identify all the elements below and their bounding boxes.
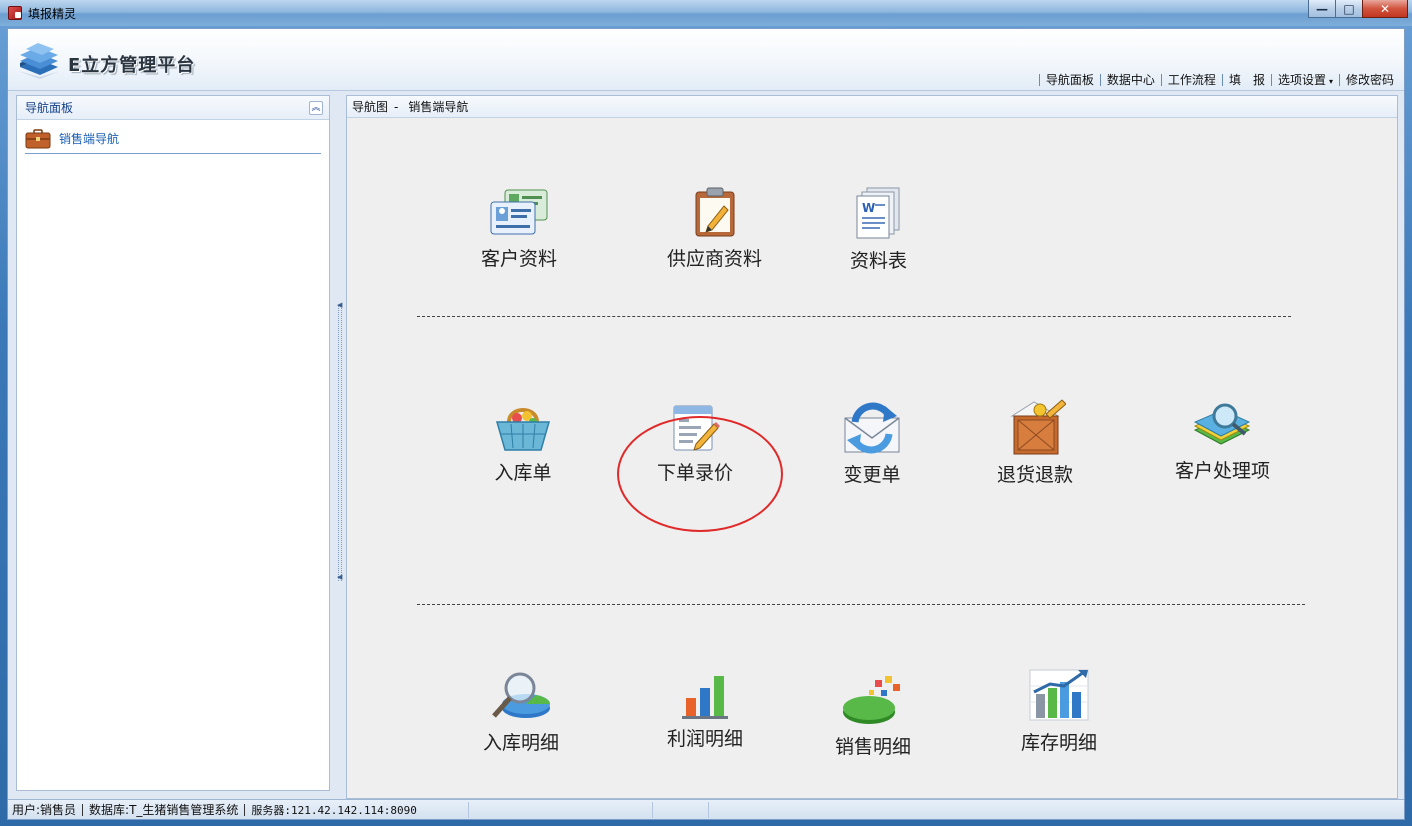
- logo-text: E立方管理平台: [68, 55, 196, 76]
- return-box-icon: [1010, 399, 1066, 455]
- navigation-panel-header: 导航面板 ︽: [17, 96, 329, 120]
- tile-return-refund[interactable]: 退货退款: [997, 398, 1073, 487]
- chevron-down-icon: ▾: [1328, 77, 1333, 86]
- pie-chart-icon: [843, 676, 900, 724]
- window-title: 填报精灵: [28, 6, 77, 21]
- collapse-left-icon[interactable]: ◀: [337, 301, 342, 309]
- nav-workflow-link[interactable]: 工作流程: [1168, 71, 1216, 88]
- splitter-grip[interactable]: [338, 305, 342, 581]
- sidebar-item-label: 销售端导航: [59, 132, 120, 146]
- status-user: 用户:销售员: [12, 803, 77, 817]
- bar-chart-icon: [682, 676, 728, 719]
- book-search-icon: [1193, 403, 1250, 445]
- tile-label: 资料表: [850, 250, 908, 272]
- app-icon: [8, 6, 22, 20]
- logo-icon: [18, 43, 60, 79]
- tile-profit-detail[interactable]: 利润明细: [667, 668, 743, 751]
- tile-inventory-detail[interactable]: 库存明细: [1021, 666, 1097, 755]
- window-titlebar: 填报精灵 — □ ✕: [0, 0, 1412, 26]
- top-navigation: 导航面板 数据中心 工作流程 填 报 选项设置 ▾ 修改密码: [1033, 71, 1394, 88]
- navigation-panel-title: 导航面板: [25, 101, 74, 115]
- tile-label: 变更单: [843, 464, 901, 486]
- tile-label: 供应商资料: [667, 248, 763, 270]
- tile-label: 利润明细: [667, 728, 744, 750]
- nav-panel-link[interactable]: 导航面板: [1046, 71, 1094, 88]
- app-frame: E立方管理平台 导航面板 数据中心 工作流程 填 报 选项设置 ▾ 修改密码 导航…: [7, 28, 1405, 820]
- tile-sales-detail[interactable]: 销售明细: [835, 670, 911, 759]
- tile-label: 库存明细: [1021, 732, 1098, 754]
- nav-report-link[interactable]: 填 报: [1229, 71, 1265, 88]
- nav-separator: [1160, 73, 1162, 86]
- status-server: 服务器:121.42.142.114:8090: [251, 803, 417, 817]
- tile-label: 客户处理项: [1175, 460, 1271, 482]
- tile-label: 客户资料: [481, 248, 558, 270]
- tile-change-order[interactable]: 变更单: [841, 400, 903, 487]
- tile-stock-in[interactable]: 入库单: [493, 400, 553, 485]
- tile-customer-issues[interactable]: 客户处理项: [1175, 400, 1270, 483]
- svg-text:W: W: [862, 201, 875, 215]
- status-divider: [468, 802, 469, 818]
- tile-stock-in-detail[interactable]: 入库明细: [483, 668, 559, 755]
- tile-label: 下单录价: [657, 462, 734, 484]
- clipboard-icon: [695, 187, 734, 237]
- close-button[interactable]: ✕: [1362, 0, 1408, 18]
- breadcrumb: 导航图 - 销售端导航: [347, 96, 1397, 118]
- tile-label: 销售明细: [835, 736, 912, 758]
- breadcrumb-current: 销售端导航: [408, 100, 469, 114]
- status-divider: [708, 802, 709, 818]
- tile-customer-info[interactable]: 客户资料: [481, 186, 557, 271]
- status-bar: 用户:销售员 数据库:T_生猪销售管理系统 服务器:121.42.142.114…: [8, 799, 1404, 819]
- status-separator: [244, 803, 246, 816]
- shopping-basket-icon: [496, 408, 550, 451]
- section-divider: [417, 316, 1291, 317]
- app-header: E立方管理平台 导航面板 数据中心 工作流程 填 报 选项设置 ▾ 修改密码: [8, 29, 1404, 91]
- customer-card-icon: [490, 189, 548, 235]
- navigation-panel: 导航面板 ︽ 销售端导航: [16, 95, 330, 791]
- briefcase-icon: [25, 128, 51, 148]
- nav-separator: [1099, 73, 1101, 86]
- breadcrumb-prefix: 导航图: [352, 100, 389, 114]
- minimize-button[interactable]: —: [1308, 0, 1336, 18]
- nav-separator: [1038, 73, 1040, 86]
- collapse-up-icon[interactable]: ︽: [309, 101, 323, 115]
- section-divider: [417, 604, 1305, 605]
- mail-sync-icon: [844, 402, 900, 454]
- panel-splitter[interactable]: ◀ ◀: [336, 95, 344, 791]
- nav-options-label: 选项设置: [1277, 73, 1326, 87]
- breadcrumb-separator: -: [394, 99, 399, 114]
- tile-order-pricing[interactable]: 下单录价: [657, 400, 733, 485]
- word-document-icon: W: [856, 187, 899, 239]
- status-separator: [82, 803, 84, 816]
- tile-label: 退货退款: [997, 464, 1074, 486]
- nav-separator: [1221, 73, 1223, 86]
- nav-change-password-link[interactable]: 修改密码: [1346, 71, 1394, 88]
- tile-label: 入库单: [494, 462, 552, 484]
- nav-separator: [1338, 73, 1340, 86]
- tile-label: 入库明细: [483, 732, 560, 754]
- navigation-map: 导航图 - 销售端导航 客户资料 供应商资料 W 资料表 入库单 下单录价 变更…: [346, 95, 1398, 799]
- tile-data-sheet[interactable]: W 资料表: [850, 186, 907, 273]
- window-controls: — □ ✕: [1308, 0, 1408, 18]
- nav-options-menu[interactable]: 选项设置 ▾: [1278, 71, 1333, 88]
- status-database: 数据库:T_生猪销售管理系统: [89, 803, 239, 817]
- status-divider: [652, 802, 653, 818]
- edit-form-icon: [673, 405, 720, 451]
- magnifier-pie-icon: [492, 672, 550, 718]
- sidebar-item-sales-nav[interactable]: 销售端导航: [25, 124, 321, 154]
- maximize-button[interactable]: □: [1335, 0, 1363, 18]
- collapse-left-icon[interactable]: ◀: [337, 573, 342, 581]
- nav-data-center-link[interactable]: 数据中心: [1107, 71, 1155, 88]
- nav-separator: [1270, 73, 1272, 86]
- tile-supplier-info[interactable]: 供应商资料: [667, 186, 762, 271]
- growth-chart-icon: [1029, 669, 1089, 721]
